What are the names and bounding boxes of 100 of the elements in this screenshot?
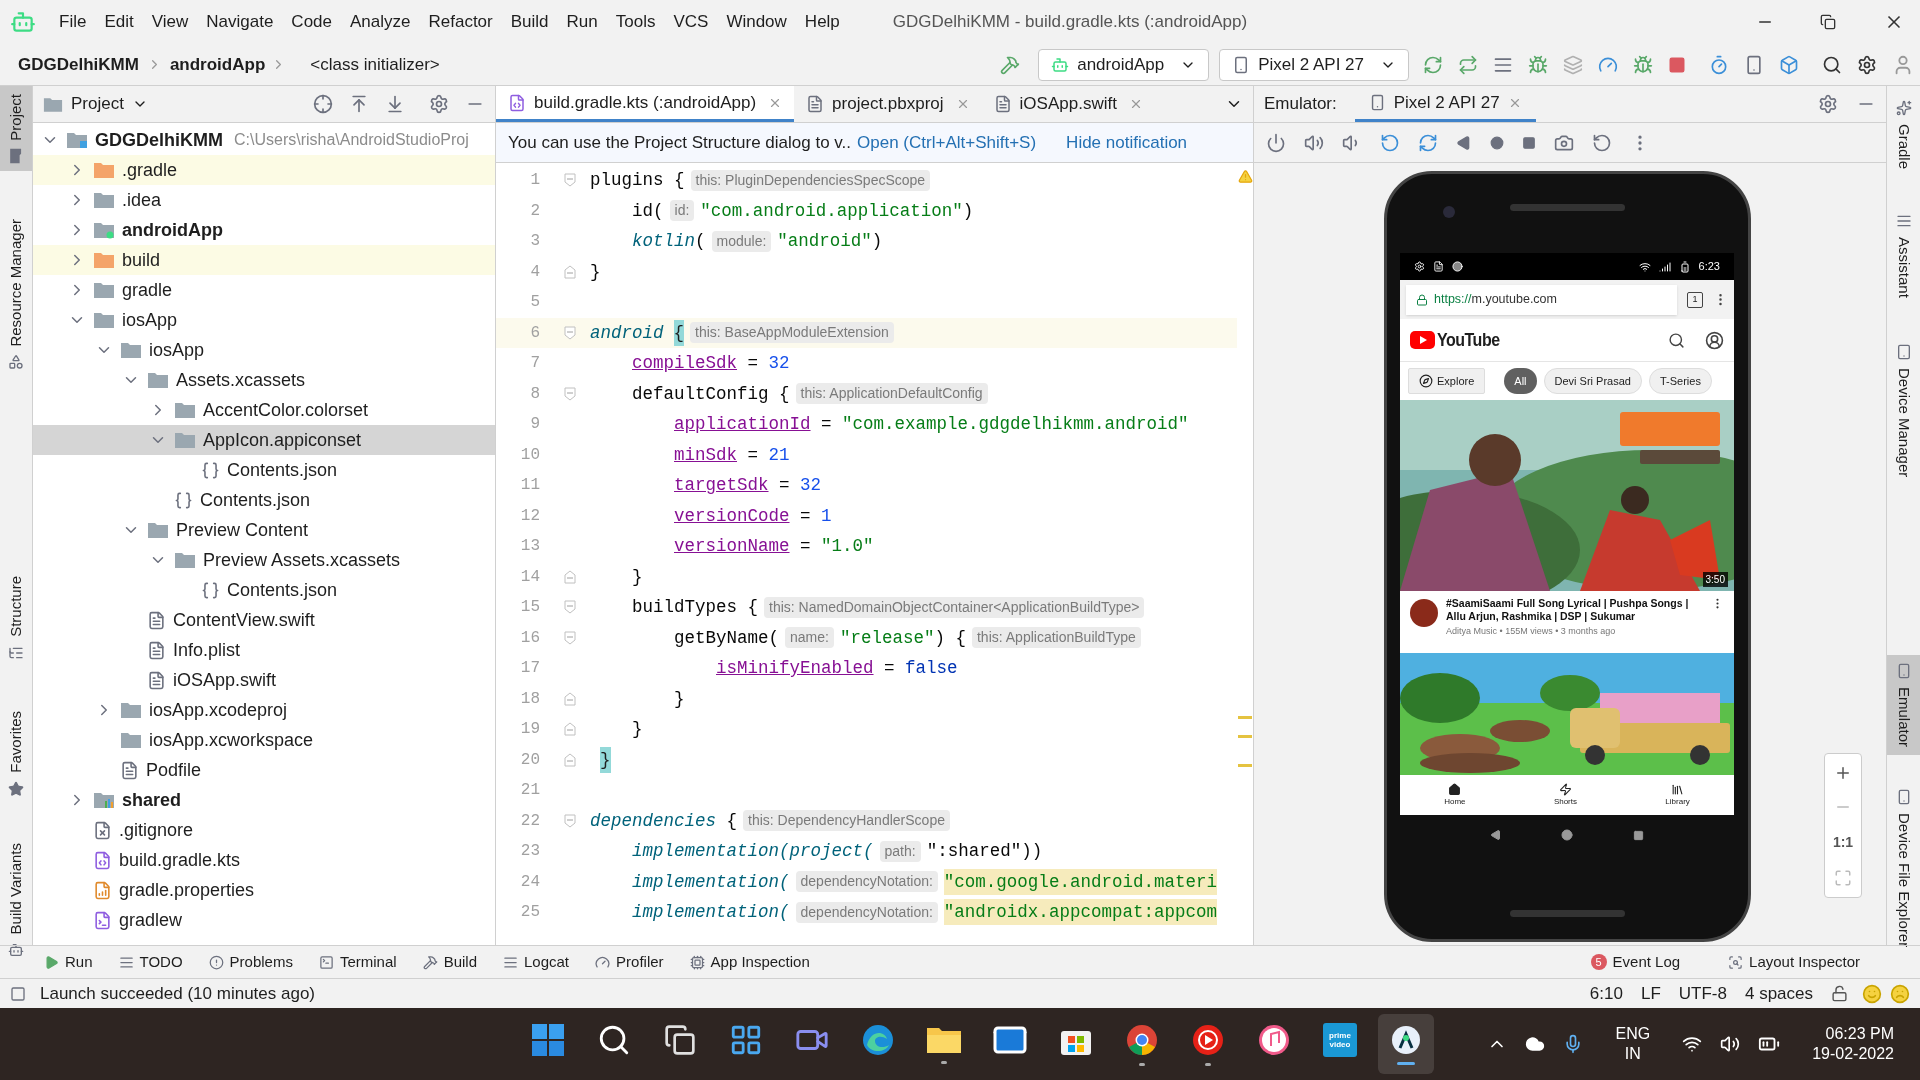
fold-marker-icon[interactable]: [564, 600, 576, 615]
fold-marker-icon[interactable]: [564, 722, 576, 737]
studio-icon[interactable]: [1390, 1023, 1422, 1056]
breadcrumb[interactable]: androidApp: [169, 51, 266, 78]
status-item[interactable]: 4 spaces: [1744, 980, 1813, 1007]
tool-window-button[interactable]: Build: [422, 950, 477, 974]
tool-window-tab[interactable]: Device File Explorer: [1887, 781, 1920, 956]
tool-window-button[interactable]: Terminal: [318, 950, 397, 974]
tree-item[interactable]: Contents.json: [33, 485, 495, 515]
tree-item[interactable]: Assets.xcassets: [33, 365, 495, 395]
menu-item[interactable]: Analyze: [341, 9, 420, 35]
locate-icon[interactable]: [313, 94, 333, 114]
tree-item[interactable]: Podfile: [33, 755, 495, 785]
home-icon[interactable]: [1490, 135, 1504, 150]
tree-item[interactable]: Preview Content: [33, 515, 495, 545]
tab-count[interactable]: 1: [1687, 291, 1703, 308]
device-dropdown[interactable]: Pixel 2 API 27: [1219, 48, 1409, 81]
restore-icon[interactable]: [1820, 14, 1836, 30]
bottom-nav-item[interactable]: Home: [1444, 782, 1466, 808]
actual-size-button[interactable]: 1:1: [1832, 832, 1854, 853]
breadcrumb[interactable]: GDGDelhiKMM: [18, 51, 139, 78]
tool-window-button[interactable]: App Inspection: [689, 950, 810, 974]
filter-chip[interactable]: Devi Sri Prasad: [1543, 368, 1642, 394]
menu-item[interactable]: Run: [557, 9, 607, 35]
tree-item[interactable]: iosApp: [33, 305, 495, 335]
editor-tab[interactable]: iOSApp.swift: [981, 86, 1155, 122]
rerun-icon[interactable]: [1423, 54, 1443, 75]
tool-window-tab[interactable]: Build Variants: [0, 834, 32, 967]
fold-marker-icon[interactable]: [564, 691, 576, 706]
bottom-nav-item[interactable]: Shorts: [1553, 782, 1577, 808]
browser-icon[interactable]: [861, 1022, 895, 1057]
fold-marker-icon[interactable]: [564, 752, 576, 767]
tree-item[interactable]: AccentColor.colorset: [33, 395, 495, 425]
tree-item[interactable]: gradle: [33, 275, 495, 305]
breadcrumb[interactable]: <class initializer>: [310, 51, 440, 78]
menu-item[interactable]: File: [50, 9, 96, 35]
replay-icon[interactable]: [1592, 132, 1612, 153]
back-icon[interactable]: [1456, 134, 1472, 151]
fold-marker-icon[interactable]: [564, 264, 576, 279]
tree-item[interactable]: androidApp: [33, 215, 495, 245]
timer-icon[interactable]: [1709, 54, 1729, 75]
menu-item[interactable]: Tools: [606, 9, 665, 35]
tool-window-button[interactable]: Logcat: [503, 950, 570, 974]
power-icon[interactable]: [1266, 132, 1286, 153]
menu-item[interactable]: View: [142, 9, 198, 35]
tool-window-tab[interactable]: Gradle: [1887, 92, 1920, 178]
fold-marker-icon[interactable]: [564, 325, 576, 340]
tool-window-tab[interactable]: Emulator: [1887, 655, 1920, 756]
taskbar-button[interactable]: [1378, 1014, 1434, 1074]
video-title[interactable]: #SaamiSaami Full Song Lyrical | Pushpa Songs | Allu Arjun, Rashmika | DSP | Sukumar: [1446, 597, 1703, 623]
status-item[interactable]: 6:10: [1589, 980, 1623, 1007]
status-item[interactable]: LF: [1640, 980, 1661, 1007]
fold-marker-icon[interactable]: [564, 173, 576, 188]
home-icon[interactable]: [1561, 829, 1574, 841]
filter-chip[interactable]: Explore: [1408, 368, 1486, 394]
tree-item[interactable]: Preview Assets.xcassets: [33, 545, 495, 575]
hide-notification-link[interactable]: Hide notification: [1066, 129, 1188, 156]
overview-icon[interactable]: [1633, 829, 1645, 841]
tree-item[interactable]: .idea: [33, 185, 495, 215]
overview-icon[interactable]: [1522, 135, 1536, 150]
panel-title[interactable]: Project: [71, 91, 124, 117]
zoom-in-icon[interactable]: [1834, 764, 1852, 782]
menu-item[interactable]: Window: [717, 9, 796, 35]
language-indicator[interactable]: ENG IN: [1615, 1024, 1651, 1064]
phone-icon[interactable]: [1744, 54, 1764, 75]
tree-item[interactable]: iosApp: [33, 335, 495, 365]
filter-chip[interactable]: T-Series: [1648, 368, 1712, 394]
search-icon[interactable]: [1822, 54, 1842, 75]
menu-item[interactable]: VCS: [664, 9, 718, 35]
tree-item[interactable]: ContentView.swift: [33, 605, 495, 635]
tree-item[interactable]: Contents.json: [33, 575, 495, 605]
tool-window-button[interactable]: 5 Event Log: [1590, 950, 1681, 974]
back-icon[interactable]: [1489, 829, 1502, 841]
expand-all-icon[interactable]: [349, 94, 369, 114]
menu-item[interactable]: Code: [282, 9, 341, 35]
tree-item[interactable]: iosApp.xcodeproj: [33, 695, 495, 725]
tool-window-button[interactable]: Layout Inspector: [1728, 950, 1860, 974]
fold-marker-icon[interactable]: [564, 386, 576, 401]
tree-item[interactable]: iOSApp.swift: [33, 665, 495, 695]
editor-tab[interactable]: project.pbxproj: [794, 86, 982, 122]
tool-window-button[interactable]: Problems: [208, 950, 293, 974]
tree-item[interactable]: gradle.properties: [33, 875, 495, 905]
music-icon[interactable]: [1257, 1022, 1291, 1057]
tool-window-tab[interactable]: Assistant: [1887, 205, 1920, 306]
tool-window-tab[interactable]: Resource Manager: [0, 210, 32, 379]
volume-icon[interactable]: [1720, 1034, 1741, 1054]
stop-icon[interactable]: [1668, 55, 1686, 74]
notification-link[interactable]: Open (Ctrl+Alt+Shift+S): [857, 129, 1037, 156]
rotate-left-icon[interactable]: [1380, 132, 1400, 153]
volume-up-icon[interactable]: [1304, 132, 1324, 153]
tree-item[interactable]: build: [33, 245, 495, 275]
bottom-nav-item[interactable]: Library: [1665, 782, 1690, 808]
account-icon[interactable]: [1705, 330, 1724, 350]
status-item[interactable]: UTF-8: [1678, 980, 1727, 1007]
fold-marker-icon[interactable]: [564, 569, 576, 584]
browser-icon[interactable]: [1125, 1022, 1159, 1057]
rotate-right-icon[interactable]: [1418, 132, 1438, 153]
menu-item[interactable]: Help: [795, 9, 849, 35]
unlock-icon[interactable]: [1831, 985, 1848, 1002]
task-view-icon[interactable]: [664, 1023, 696, 1056]
